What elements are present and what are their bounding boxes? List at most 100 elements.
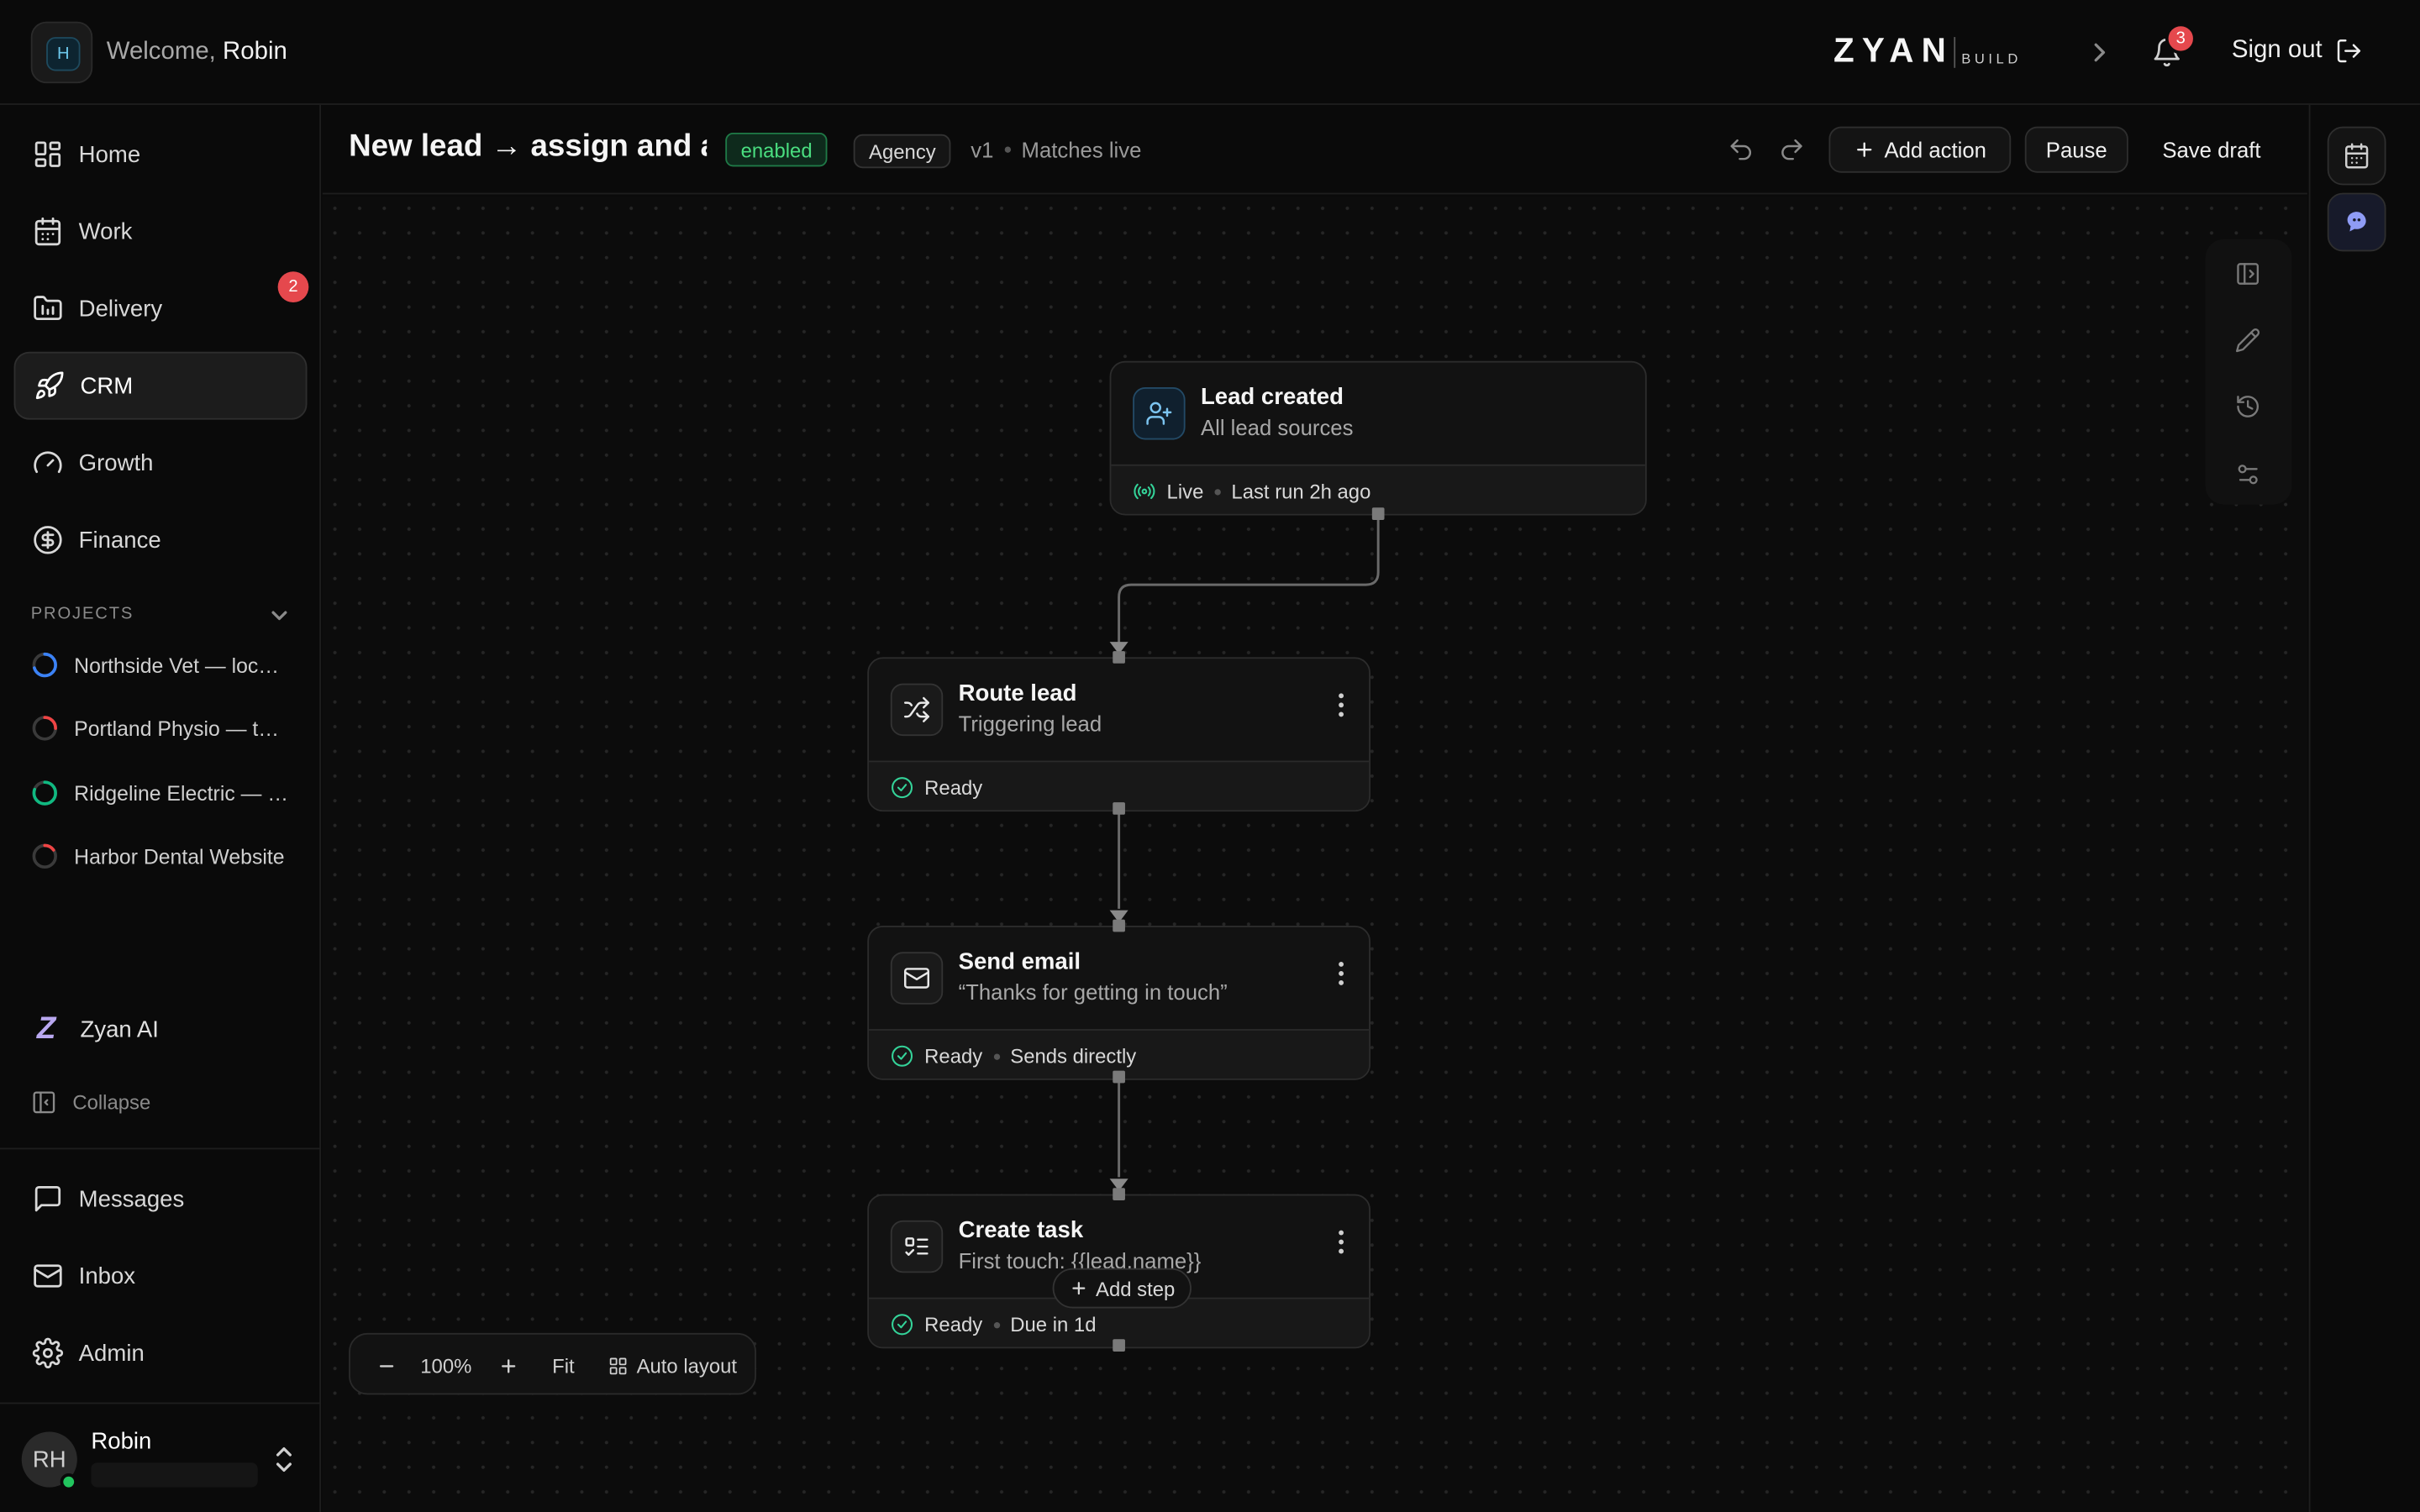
plus-icon [497,1356,518,1376]
project-name: Northside Vet — local SEO [74,653,290,677]
canvas-tool-panel [2205,239,2292,505]
sign-out-button[interactable]: Sign out [2232,37,2363,65]
user-menu[interactable]: RH Robin [21,1425,300,1494]
plus-icon [1070,1279,1088,1298]
zyan-ai-button[interactable]: Z Zyan AI [31,1012,159,1047]
delivery-badge: 2 [277,271,309,302]
node-status: Ready [924,775,983,800]
zyan-ai-label: Zyan AI [80,1016,159,1043]
sidebar-item-label: Admin [78,1340,145,1367]
user-email-redacted [91,1462,258,1488]
chevron-down-icon[interactable] [270,606,288,625]
version-label: v1 [971,137,994,162]
node-meta: Due in 1d [1010,1313,1097,1336]
edge-trigger-route [1118,519,1380,643]
org-switcher[interactable]: H [30,21,93,84]
node-title: Lead created [1200,384,1344,411]
brain-icon [2343,208,2370,236]
sidebar-item-work[interactable]: Work [14,197,308,265]
flow-canvas[interactable]: Lead created All lead sources Live Last … [322,196,2307,1512]
fit-button[interactable]: Fit [542,1335,585,1396]
zoom-in-button[interactable] [485,1335,531,1396]
output-port[interactable] [1113,1070,1125,1084]
sidebar-item-delivery[interactable]: Delivery [14,275,308,343]
sidebar: Home Work Delivery 2 CRM Growth Finance … [0,104,322,1512]
status-badge: enabled [725,132,828,167]
undo-icon[interactable] [1727,136,1754,164]
sidebar-item-label: CRM [80,372,134,399]
project-item[interactable]: Harbor Dental Website [31,835,293,878]
app-root: H Welcome, Robin ZYAN BUILD 3 Sign out H… [0,0,2420,1512]
sidebar-divider [0,1147,322,1150]
node-meta: Sends directly [1010,1044,1137,1068]
calendar-button[interactable] [2327,126,2386,186]
project-item[interactable]: Northside Vet — local SEO [31,643,293,686]
sidebar-item-inbox[interactable]: Inbox [14,1242,308,1310]
shuffle-icon [890,683,944,737]
right-rail [2308,104,2420,1512]
separator-dot [1214,488,1221,495]
project-item[interactable]: Ridgeline Electric — site [31,771,293,814]
welcome-prefix: Welcome, [106,38,216,66]
mail-icon [33,1261,64,1292]
node-meta: Last run 2h ago [1231,480,1371,503]
sidebar-item-messages[interactable]: Messages [14,1165,308,1233]
save-draft-button[interactable]: Save draft [2144,127,2280,173]
project-item[interactable]: Portland Physio — team [31,706,293,749]
user-name: Robin [91,1428,152,1456]
project-name: Portland Physio — team [74,717,291,740]
redo-icon[interactable] [1778,136,1806,164]
node-status: Live [1166,480,1204,503]
sliders-icon[interactable] [2235,461,2261,487]
action-node-send-email[interactable]: Send email “Thanks for getting in touch”… [867,926,1370,1080]
sidebar-item-home[interactable]: Home [14,120,308,188]
pause-button[interactable]: Pause [2024,126,2128,173]
sidebar-item-crm[interactable]: CRM [13,351,308,420]
node-subtitle: All lead sources [1200,415,1354,440]
sidebar-item-growth[interactable]: Growth [14,429,308,497]
input-port[interactable] [1113,1188,1125,1200]
ai-assistant-button[interactable] [2327,192,2386,252]
more-vertical-icon[interactable] [1338,961,1344,985]
input-port[interactable] [1113,651,1125,664]
zoom-controls: 100% Fit Auto layout [349,1332,756,1396]
input-port[interactable] [1113,919,1125,932]
progress-ring-icon [31,780,59,807]
welcome-text: Welcome, Robin [107,39,287,66]
zoom-level: 100% [420,1353,472,1378]
output-port[interactable] [1371,507,1385,520]
output-port[interactable] [1113,1339,1125,1352]
gear-icon [32,1337,64,1368]
grid-icon [33,139,64,170]
sidebar-divider [0,1402,322,1404]
collapse-button[interactable]: Collapse [31,1089,151,1116]
projects-section-label: PROJECTS [30,604,134,624]
sidebar-item-label: Growth [78,449,154,476]
workflow-title[interactable]: New lead → assign and auto-reply [349,129,707,165]
minus-icon [376,1356,396,1376]
output-port[interactable] [1113,802,1125,815]
history-icon[interactable] [2235,393,2261,419]
add-action-button[interactable]: Add action [1828,126,2012,173]
brand-divider [1954,37,1955,68]
brand-logo[interactable]: ZYAN BUILD [1833,33,2022,68]
chevron-right-icon[interactable] [2090,42,2108,64]
sidebar-item-admin[interactable]: Admin [14,1319,308,1387]
pencil-icon[interactable] [2235,327,2261,353]
separator-dot [993,1053,1000,1059]
more-vertical-icon[interactable] [1338,693,1344,717]
more-vertical-icon[interactable] [1338,1230,1344,1254]
welcome-name: Robin [223,38,287,66]
sign-out-label: Sign out [2231,37,2323,64]
action-node-route-lead[interactable]: Route lead Triggering lead Ready [867,657,1370,812]
add-step-button[interactable]: Add step [1052,1268,1192,1309]
trigger-node-lead-created[interactable]: Lead created All lead sources Live Last … [1109,360,1647,516]
sidebar-item-finance[interactable]: Finance [14,506,308,574]
panel-toggle-icon[interactable] [2235,260,2261,286]
progress-ring-icon [31,651,59,679]
auto-layout-button[interactable]: Auto layout [600,1335,745,1396]
zoom-out-button[interactable] [363,1335,409,1396]
project-name: Ridgeline Electric — site [74,781,291,805]
sidebar-item-label: Work [78,218,133,245]
sidebar-item-label: Finance [78,527,161,554]
